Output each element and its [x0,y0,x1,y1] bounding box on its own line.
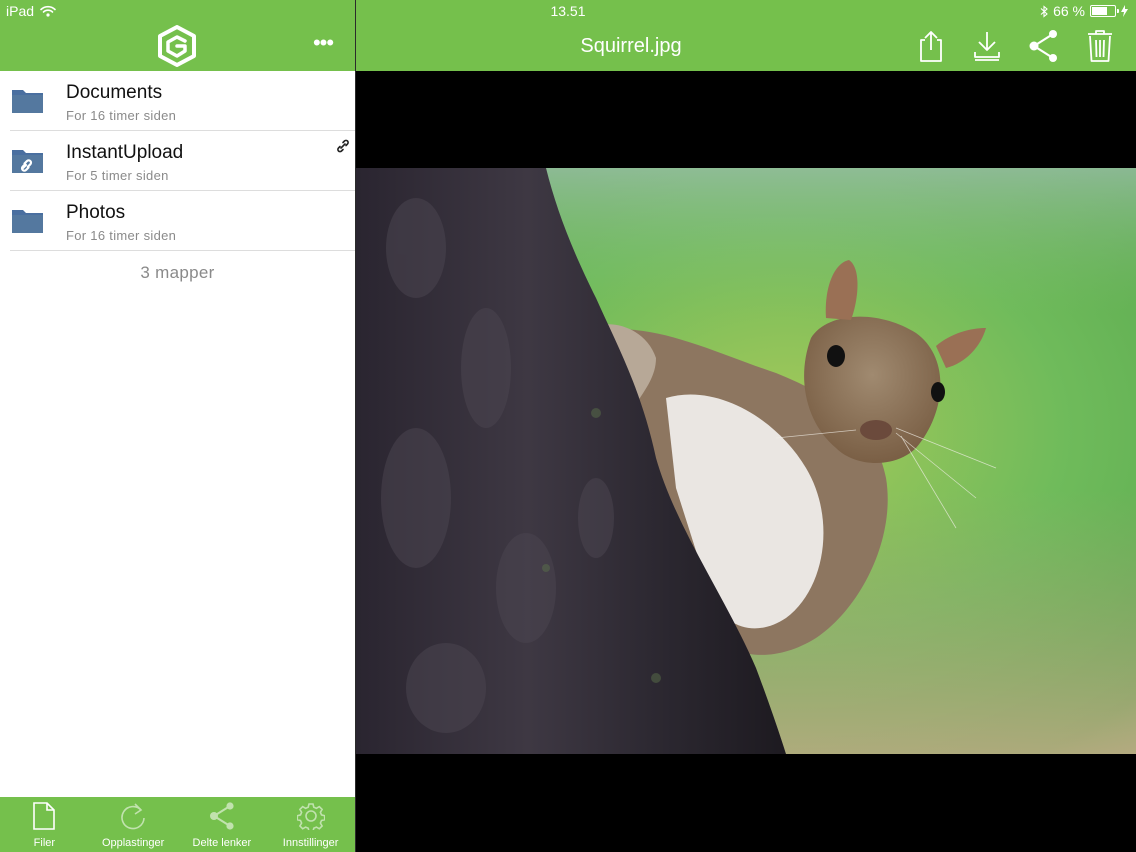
file-name: Photos [66,202,126,223]
tab-bar: Filer Opplastinger Delte lenker Innstill… [0,797,355,852]
file-sidebar: ••• Documents For 16 timer siden Instant… [0,0,355,852]
squirrel-photo[interactable] [356,168,1136,754]
file-item-photos[interactable]: Photos For 16 timer siden [10,191,355,251]
link-icon [337,139,349,153]
file-list: Documents For 16 timer siden InstantUplo… [0,71,355,251]
tab-shared-links[interactable]: Delte lenker [178,797,267,852]
trash-icon[interactable] [1082,28,1118,64]
refresh-icon [121,803,145,830]
app-logo-icon [158,25,196,67]
tab-files[interactable]: Filer [0,797,89,852]
battery-percent: 66 % [1053,3,1085,19]
file-item-instantupload[interactable]: InstantUpload For 5 timer siden [10,131,355,191]
file-modified-time: For 5 timer siden [66,168,169,183]
folder-icon [12,90,43,113]
image-viewer: Squirrel.jpg [356,0,1136,852]
wifi-icon [40,5,56,17]
shared-folder-icon [12,150,43,173]
tab-label: Innstillinger [282,837,339,849]
folder-icon [12,210,43,233]
file-name: InstantUpload [66,142,184,163]
download-icon[interactable] [969,28,1005,64]
status-bar: iPad 13.51 66 % [0,0,1136,22]
tab-label: Filer [33,837,56,849]
more-menu-button[interactable]: ••• [308,32,338,58]
bluetooth-icon [1040,4,1048,18]
upload-icon[interactable] [913,28,949,64]
file-modified-time: For 16 timer siden [66,228,177,243]
tab-settings[interactable]: Innstillinger [266,797,355,852]
gear-icon [296,803,325,830]
file-item-documents[interactable]: Documents For 16 timer siden [10,71,355,131]
file-modified-time: For 16 timer siden [66,108,177,123]
tab-label: Delte lenker [192,837,252,849]
charging-icon [1121,5,1128,17]
battery-icon [1090,5,1119,17]
tab-label: Opplastinger [101,837,165,849]
tab-uploads[interactable]: Opplastinger [89,797,178,852]
share-icon [209,802,234,830]
share-icon[interactable] [1026,28,1062,64]
device-label: iPad [6,3,35,19]
file-icon [33,802,56,830]
folder-count: 3 mapper [140,263,215,282]
clock: 13.51 [550,3,586,19]
viewer-title: Squirrel.jpg [580,35,682,57]
file-name: Documents [66,82,163,103]
